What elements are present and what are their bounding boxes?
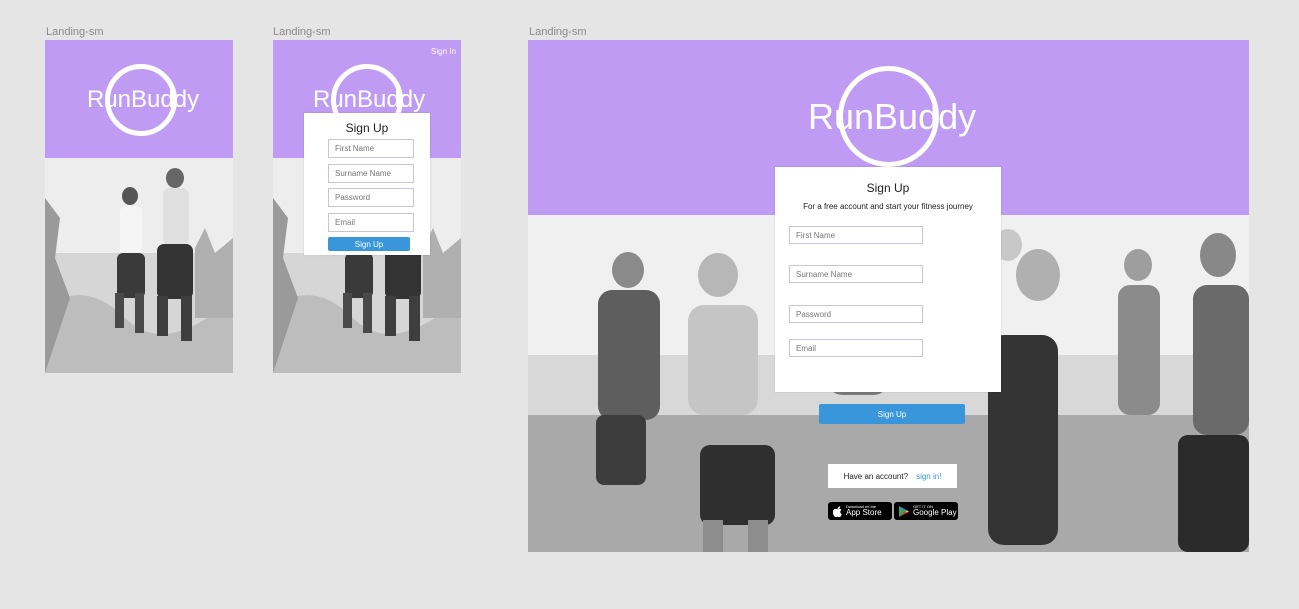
apple-icon xyxy=(833,505,842,517)
google-play-big-text: Google Play xyxy=(913,508,957,517)
signup-card: Sign Up First Name Surname Name Password… xyxy=(304,113,430,255)
frame-label: Landing-sm xyxy=(46,26,104,38)
frame-label: Landing-sm xyxy=(273,26,331,38)
app-store-badge[interactable]: Download on the App Store xyxy=(828,502,892,520)
hero-photo xyxy=(45,158,233,373)
header-banner: RunBuddy xyxy=(45,40,233,158)
sign-in-link[interactable]: Sign In xyxy=(431,47,456,56)
surname-field[interactable]: Surname Name xyxy=(328,164,414,183)
brand-logo-text: RunBuddy xyxy=(87,86,200,113)
play-icon xyxy=(899,505,909,517)
sign-in-link[interactable]: sign in! xyxy=(916,472,941,481)
first-name-field[interactable]: First Name xyxy=(789,226,923,244)
sign-up-button[interactable]: Sign Up xyxy=(328,237,410,251)
password-field[interactable]: Password xyxy=(789,305,923,323)
signup-card: Sign Up For a free account and start you… xyxy=(775,167,1001,392)
brand-logo-text: RunBuddy xyxy=(313,86,426,113)
sign-up-button[interactable]: Sign Up xyxy=(819,404,965,424)
have-account-box: Have an account? sign in! xyxy=(828,464,957,488)
app-store-big-text: App Store xyxy=(846,508,882,517)
signup-title: Sign Up xyxy=(866,181,910,195)
surname-field[interactable]: Surname Name xyxy=(789,265,923,283)
have-account-text: Have an account? xyxy=(843,471,909,481)
google-play-badge[interactable]: GET IT ON Google Play xyxy=(894,502,958,520)
landing-frame-desktop: RunBuddy Sign Up For a free account and … xyxy=(528,40,1249,552)
landing-frame-mobile-signup: Sign In RunBuddy Sign Up First Name Surn… xyxy=(273,40,461,373)
signup-title: Sign Up xyxy=(345,121,389,135)
signup-subtitle: For a free account and start your fitnes… xyxy=(803,202,973,211)
frame-label: Landing-sm xyxy=(529,26,587,38)
email-field[interactable]: Email xyxy=(328,213,414,232)
password-field[interactable]: Password xyxy=(328,188,414,207)
brand-logo-text: RunBuddy xyxy=(808,96,977,137)
landing-frame-mobile: RunBuddy xyxy=(45,40,233,373)
first-name-field[interactable]: First Name xyxy=(328,139,414,158)
email-field[interactable]: Email xyxy=(789,339,923,357)
